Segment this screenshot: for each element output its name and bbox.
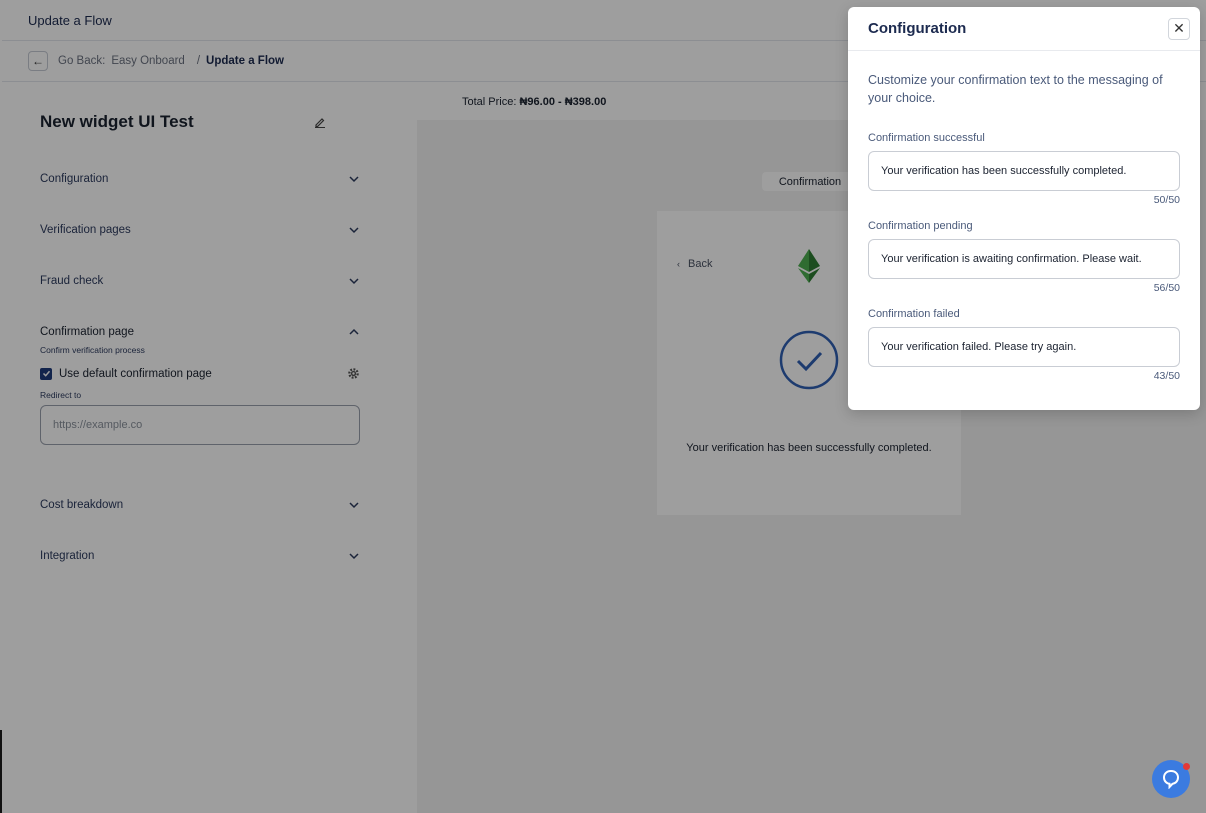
configuration-modal: Configuration ✕ Customize your confirmat… — [848, 7, 1200, 410]
confirmation-failed-input[interactable]: Your verification failed. Please try aga… — [868, 327, 1180, 367]
char-counter: 50/50 — [1153, 194, 1180, 206]
field-label: Confirmation failed — [868, 308, 960, 320]
modal-description: Customize your confirmation text to the … — [868, 73, 1163, 105]
confirmation-successful-input[interactable]: Your verification has been successfully … — [868, 151, 1180, 191]
notification-dot — [1183, 763, 1190, 770]
modal-header: Configuration ✕ — [848, 7, 1200, 51]
modal-title: Configuration — [868, 20, 967, 37]
char-counter: 56/50 — [1153, 282, 1180, 294]
close-icon[interactable]: ✕ — [1168, 17, 1190, 40]
field-confirmation-pending: Confirmation pending Your verification i… — [848, 220, 1200, 294]
field-label: Confirmation pending — [868, 220, 973, 232]
window-edge — [0, 730, 2, 813]
field-confirmation-failed: Confirmation failed Your verification fa… — [848, 308, 1200, 382]
field-confirmation-successful: Confirmation successful Your verificatio… — [848, 132, 1200, 206]
char-counter: 43/50 — [1153, 370, 1180, 382]
field-label: Confirmation successful — [868, 132, 985, 144]
confirmation-pending-input[interactable]: Your verification is awaiting confirmati… — [868, 239, 1180, 279]
